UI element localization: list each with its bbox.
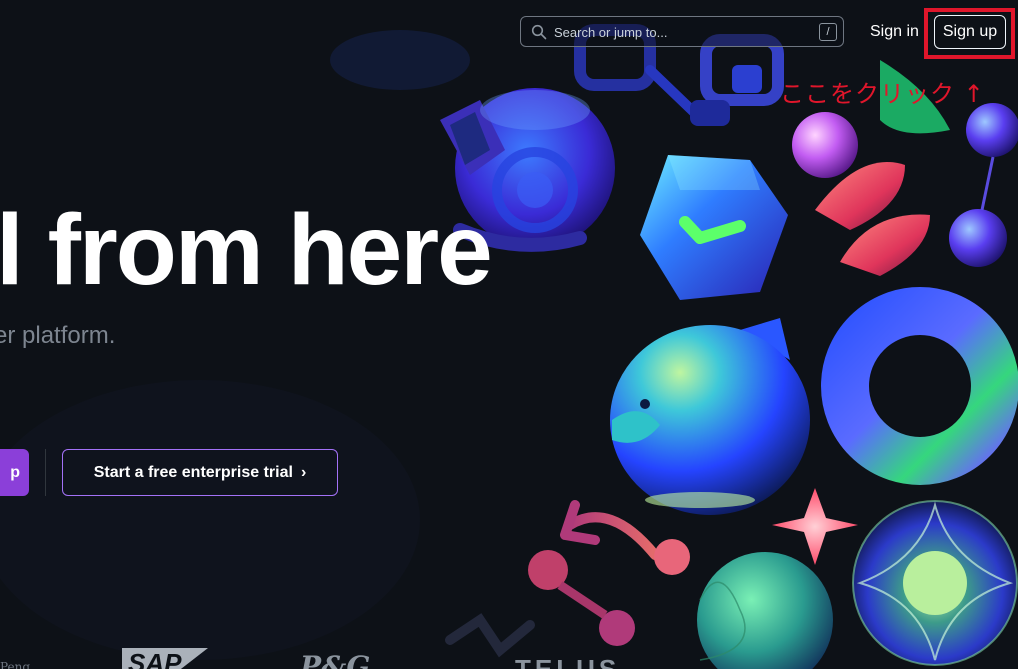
pg-logo: P&G xyxy=(300,650,371,669)
enterprise-trial-label: Start a free enterprise trial xyxy=(93,463,293,481)
check-shield-illustration xyxy=(640,155,788,300)
chevron-right-icon: › xyxy=(300,463,307,481)
primary-signup-label: p xyxy=(10,463,20,481)
sign-in-link[interactable]: Sign in xyxy=(870,23,919,41)
page: Search or jump to... / Sign in Sign up こ… xyxy=(0,0,1018,669)
search-icon xyxy=(531,24,547,40)
search-placeholder: Search or jump to... xyxy=(554,25,668,40)
primary-signup-button[interactable]: p xyxy=(0,449,29,496)
annotation-text: ここをクリック ↑ xyxy=(780,80,985,108)
logo-partial: Peng xyxy=(0,660,31,669)
cta-divider xyxy=(45,449,46,496)
hero-title: l from here xyxy=(0,194,493,306)
enterprise-trial-button[interactable]: Start a free enterprise trial › xyxy=(62,449,338,496)
duck-illustration xyxy=(610,318,810,515)
annotation-highlight-box xyxy=(924,8,1015,59)
compass-illustration xyxy=(852,500,1018,666)
telus-logo: TELUS xyxy=(515,654,621,669)
search-input[interactable]: Search or jump to... / xyxy=(520,16,844,47)
hero-subtitle: er platform. xyxy=(0,322,116,349)
donut-illustration xyxy=(821,287,1018,485)
keyboard-shortcut-hint: / xyxy=(819,23,837,41)
